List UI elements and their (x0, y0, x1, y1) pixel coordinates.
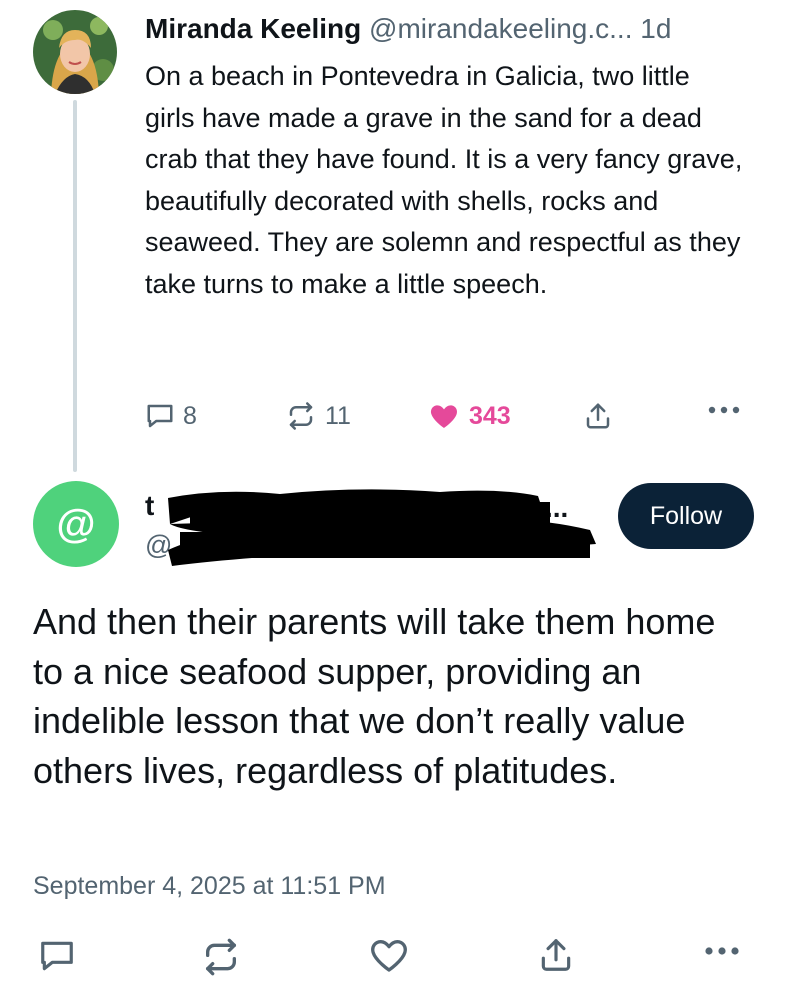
author-handle[interactable]: @mirandakeeling.c... (369, 13, 632, 44)
repost-count: 11 (325, 401, 351, 430)
reply-button[interactable] (37, 937, 77, 975)
repost-button[interactable]: 11 (285, 401, 351, 431)
share-button[interactable] (583, 400, 613, 432)
like-button[interactable] (368, 935, 410, 975)
post-time[interactable]: 1d (640, 13, 671, 44)
thread-line (73, 100, 77, 472)
share-icon (583, 400, 613, 432)
share-icon (537, 935, 575, 975)
follow-button[interactable]: Follow (618, 483, 754, 549)
repost-icon (285, 401, 317, 431)
redaction-scribble (160, 484, 600, 572)
more-button[interactable] (707, 405, 741, 415)
like-count: 343 (469, 401, 511, 430)
reply-author-avatar[interactable]: @ (33, 481, 119, 567)
repost-icon (200, 937, 242, 977)
post-header: Miranda Keeling @mirandakeeling.c... 1d (145, 12, 671, 46)
heart-icon (427, 400, 461, 432)
post-text: On a beach in Pontevedra in Galicia, two… (145, 61, 743, 299)
post-date[interactable]: September 4, 2025 at 11:51 PM (33, 872, 386, 901)
reply-count: 8 (183, 401, 197, 430)
more-icon (703, 945, 741, 957)
like-button[interactable]: 343 (427, 400, 511, 432)
author-name[interactable]: Miranda Keeling (145, 13, 361, 44)
author-avatar[interactable] (33, 10, 117, 94)
avatar-glyph: @ (56, 501, 96, 546)
more-button[interactable] (703, 945, 741, 957)
reply-text: And then their parents will take them ho… (33, 601, 716, 791)
share-button[interactable] (537, 935, 575, 975)
repost-button[interactable] (200, 937, 242, 977)
more-icon (707, 405, 741, 415)
reply-button[interactable]: 8 (145, 401, 197, 431)
reply-icon (145, 401, 175, 431)
heart-icon (368, 935, 410, 975)
header-space (361, 13, 369, 44)
reply-icon (37, 937, 77, 975)
reply-author-name[interactable]: t (145, 490, 154, 522)
